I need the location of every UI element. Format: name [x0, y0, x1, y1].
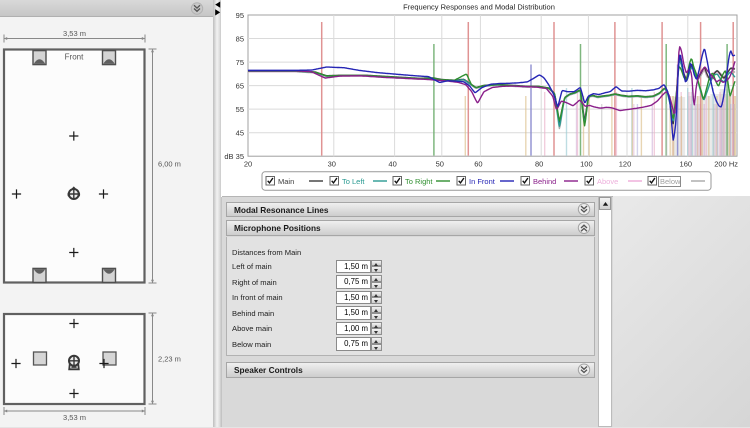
svg-text:In Front: In Front: [469, 177, 496, 186]
svg-text:2,23 m: 2,23 m: [158, 355, 181, 364]
svg-text:Front: Front: [65, 53, 84, 62]
svg-text:3,53 m: 3,53 m: [63, 413, 86, 422]
svg-text:Behind: Behind: [533, 177, 556, 186]
svg-text:Above: Above: [597, 177, 618, 186]
svg-text:Below: Below: [660, 177, 681, 186]
svg-text:6,00 m: 6,00 m: [158, 160, 181, 169]
svg-text:Main: Main: [278, 177, 294, 186]
svg-text:To Left: To Left: [342, 177, 365, 186]
svg-text:3,53 m: 3,53 m: [63, 29, 86, 38]
svg-text:To Right: To Right: [405, 177, 433, 186]
